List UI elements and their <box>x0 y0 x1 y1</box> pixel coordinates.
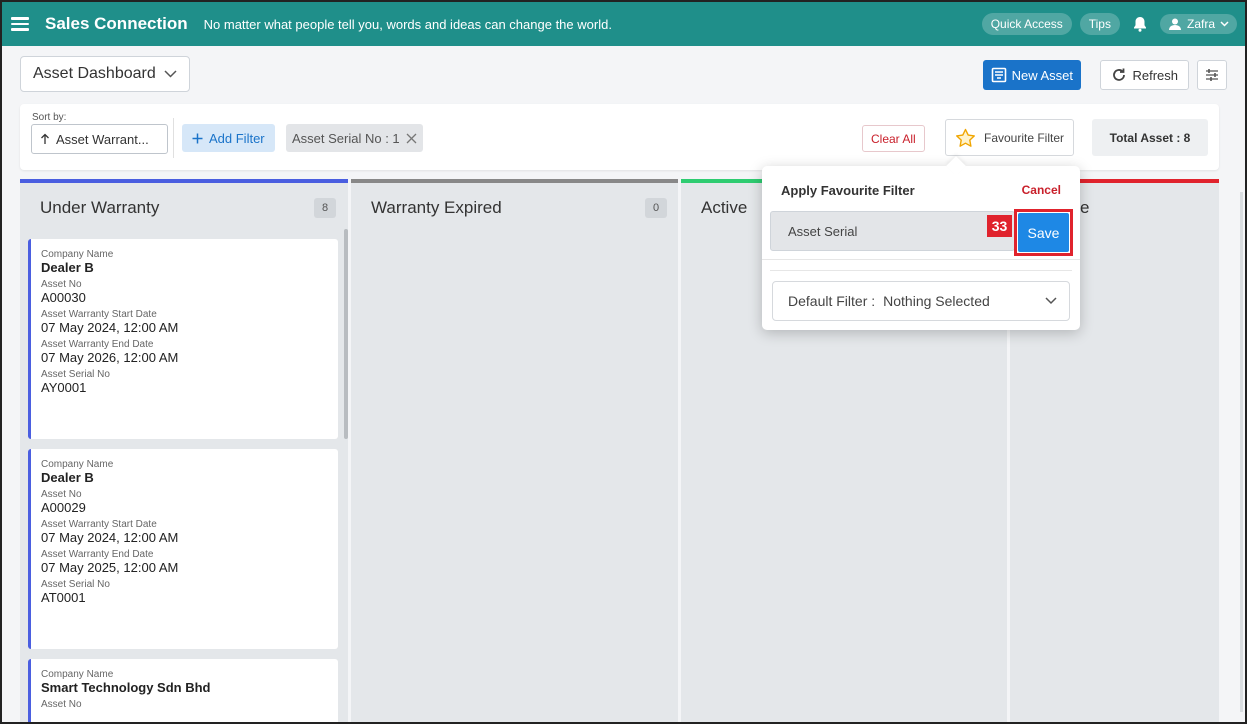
user-name: Zafra <box>1186 17 1215 31</box>
asset-card[interactable]: Company Name Dealer B Asset No A00029 As… <box>28 449 338 649</box>
arrow-up-icon <box>41 133 49 144</box>
user-menu[interactable]: Zafra <box>1159 14 1237 34</box>
dashboard-select[interactable]: Asset Dashboard <box>20 56 190 92</box>
asset-card[interactable]: Company Name Smart Technology Sdn Bhd As… <box>28 659 338 722</box>
brand-title[interactable]: Sales Connection <box>45 14 188 34</box>
sort-by-value: Asset Warrant... <box>56 131 149 147</box>
divider <box>762 259 1080 260</box>
field-label: Asset Serial No <box>41 369 110 380</box>
new-asset-label: New Asset <box>1011 67 1073 83</box>
column-title: Active <box>701 198 748 217</box>
warranty-start-date: 07 May 2024, 12:00 AM <box>41 530 179 545</box>
refresh-button[interactable]: Refresh <box>1100 60 1189 90</box>
dashboard-select-label: Asset Dashboard <box>33 65 156 82</box>
popup-title: Apply Favourite Filter <box>781 183 915 198</box>
refresh-icon <box>1113 68 1126 81</box>
refresh-label: Refresh <box>1132 67 1178 83</box>
column-count-badge: 8 <box>314 198 336 218</box>
warranty-end-date: 07 May 2026, 12:00 AM <box>41 350 179 365</box>
field-label: Asset Warranty End Date <box>41 339 154 350</box>
asset-card[interactable]: Company Name Dealer B Asset No A00030 As… <box>28 239 338 439</box>
chevron-down-icon <box>1220 21 1229 27</box>
clear-all-button[interactable]: Clear All <box>862 125 925 152</box>
form-icon <box>991 67 1006 83</box>
field-label: Asset Serial No <box>41 579 110 590</box>
plus-icon <box>192 133 203 143</box>
column-title: Warranty Expired <box>371 198 502 217</box>
cancel-button[interactable]: Cancel <box>1022 183 1061 197</box>
asset-no: A00030 <box>41 290 86 305</box>
column-warranty-expired: Warranty Expired 0 <box>351 179 678 722</box>
tagline: No matter what people tell you, words an… <box>203 16 612 32</box>
field-label: Asset No <box>41 699 82 710</box>
default-filter-label: Default Filter : <box>788 293 876 309</box>
favourite-filter-popup: Apply Favourite Filter Cancel Asset Seri… <box>762 156 1080 330</box>
column-settings-button[interactable] <box>1197 60 1227 90</box>
app-window: Sales Connection No matter what people t… <box>0 0 1247 724</box>
default-filter-value: Nothing Selected <box>883 293 990 309</box>
filter-name-input[interactable]: Asset Serial <box>770 211 1015 251</box>
favourite-filter-label: Favourite Filter <box>984 130 1065 145</box>
column-count-badge: 0 <box>645 198 667 218</box>
column-scrollbar[interactable] <box>344 229 348 439</box>
field-label: Asset Warranty Start Date <box>41 519 157 530</box>
warranty-start-date: 07 May 2024, 12:00 AM <box>41 320 179 335</box>
field-label: Company Name <box>41 249 114 260</box>
company-name: Smart Technology Sdn Bhd <box>41 680 211 695</box>
chevron-down-icon <box>1045 297 1057 305</box>
step-number-badge: 33 <box>987 215 1012 237</box>
filter-chip-serial[interactable]: Asset Serial No : 1 <box>286 124 423 152</box>
field-label: Asset No <box>41 279 82 290</box>
menu-icon[interactable] <box>11 17 29 31</box>
bell-icon[interactable] <box>1128 13 1152 35</box>
new-asset-button[interactable]: New Asset <box>982 60 1081 90</box>
add-filter-button[interactable]: Add Filter <box>182 124 275 152</box>
top-nav-bar: Sales Connection No matter what people t… <box>2 2 1245 46</box>
quick-access-button[interactable]: Quick Access <box>981 13 1072 35</box>
company-name: Dealer B <box>41 260 94 275</box>
chevron-down-icon <box>164 70 177 78</box>
user-icon <box>1168 18 1181 30</box>
asset-no: A00029 <box>41 500 86 515</box>
company-name: Dealer B <box>41 470 94 485</box>
page-scrollbar[interactable] <box>1240 192 1243 712</box>
asset-serial-no: AY0001 <box>41 380 87 395</box>
divider <box>173 118 174 158</box>
add-filter-label: Add Filter <box>209 130 265 146</box>
sliders-icon <box>1206 69 1218 81</box>
favourite-filter-button[interactable]: Favourite Filter <box>945 119 1075 156</box>
star-icon <box>956 128 975 147</box>
asset-serial-no: AT0001 <box>41 590 86 605</box>
filter-chip-label: Asset Serial No : 1 <box>292 130 400 146</box>
sort-by-button[interactable]: Asset Warrant... <box>31 124 168 154</box>
column-title: Under Warranty <box>40 198 160 217</box>
default-filter-select[interactable]: Default Filter : Nothing Selected <box>772 281 1070 321</box>
warranty-end-date: 07 May 2025, 12:00 AM <box>41 560 179 575</box>
filter-bar: Sort by: Asset Warrant... Add Filter Ass… <box>20 104 1219 170</box>
column-under-warranty: Under Warranty 8 Company Name Dealer B A… <box>20 179 348 722</box>
field-label: Company Name <box>41 669 114 680</box>
close-icon[interactable] <box>406 133 417 144</box>
field-label: Asset Warranty End Date <box>41 549 154 560</box>
column-title: e <box>1080 198 1090 217</box>
field-label: Asset Warranty Start Date <box>41 309 157 320</box>
field-label: Company Name <box>41 459 114 470</box>
save-button[interactable]: Save <box>1018 213 1069 252</box>
field-label: Asset No <box>41 489 82 500</box>
tips-button[interactable]: Tips <box>1079 13 1120 35</box>
sort-by-label: Sort by: <box>32 112 67 123</box>
divider <box>770 270 1072 271</box>
total-asset-count: Total Asset : 8 <box>1092 119 1208 156</box>
